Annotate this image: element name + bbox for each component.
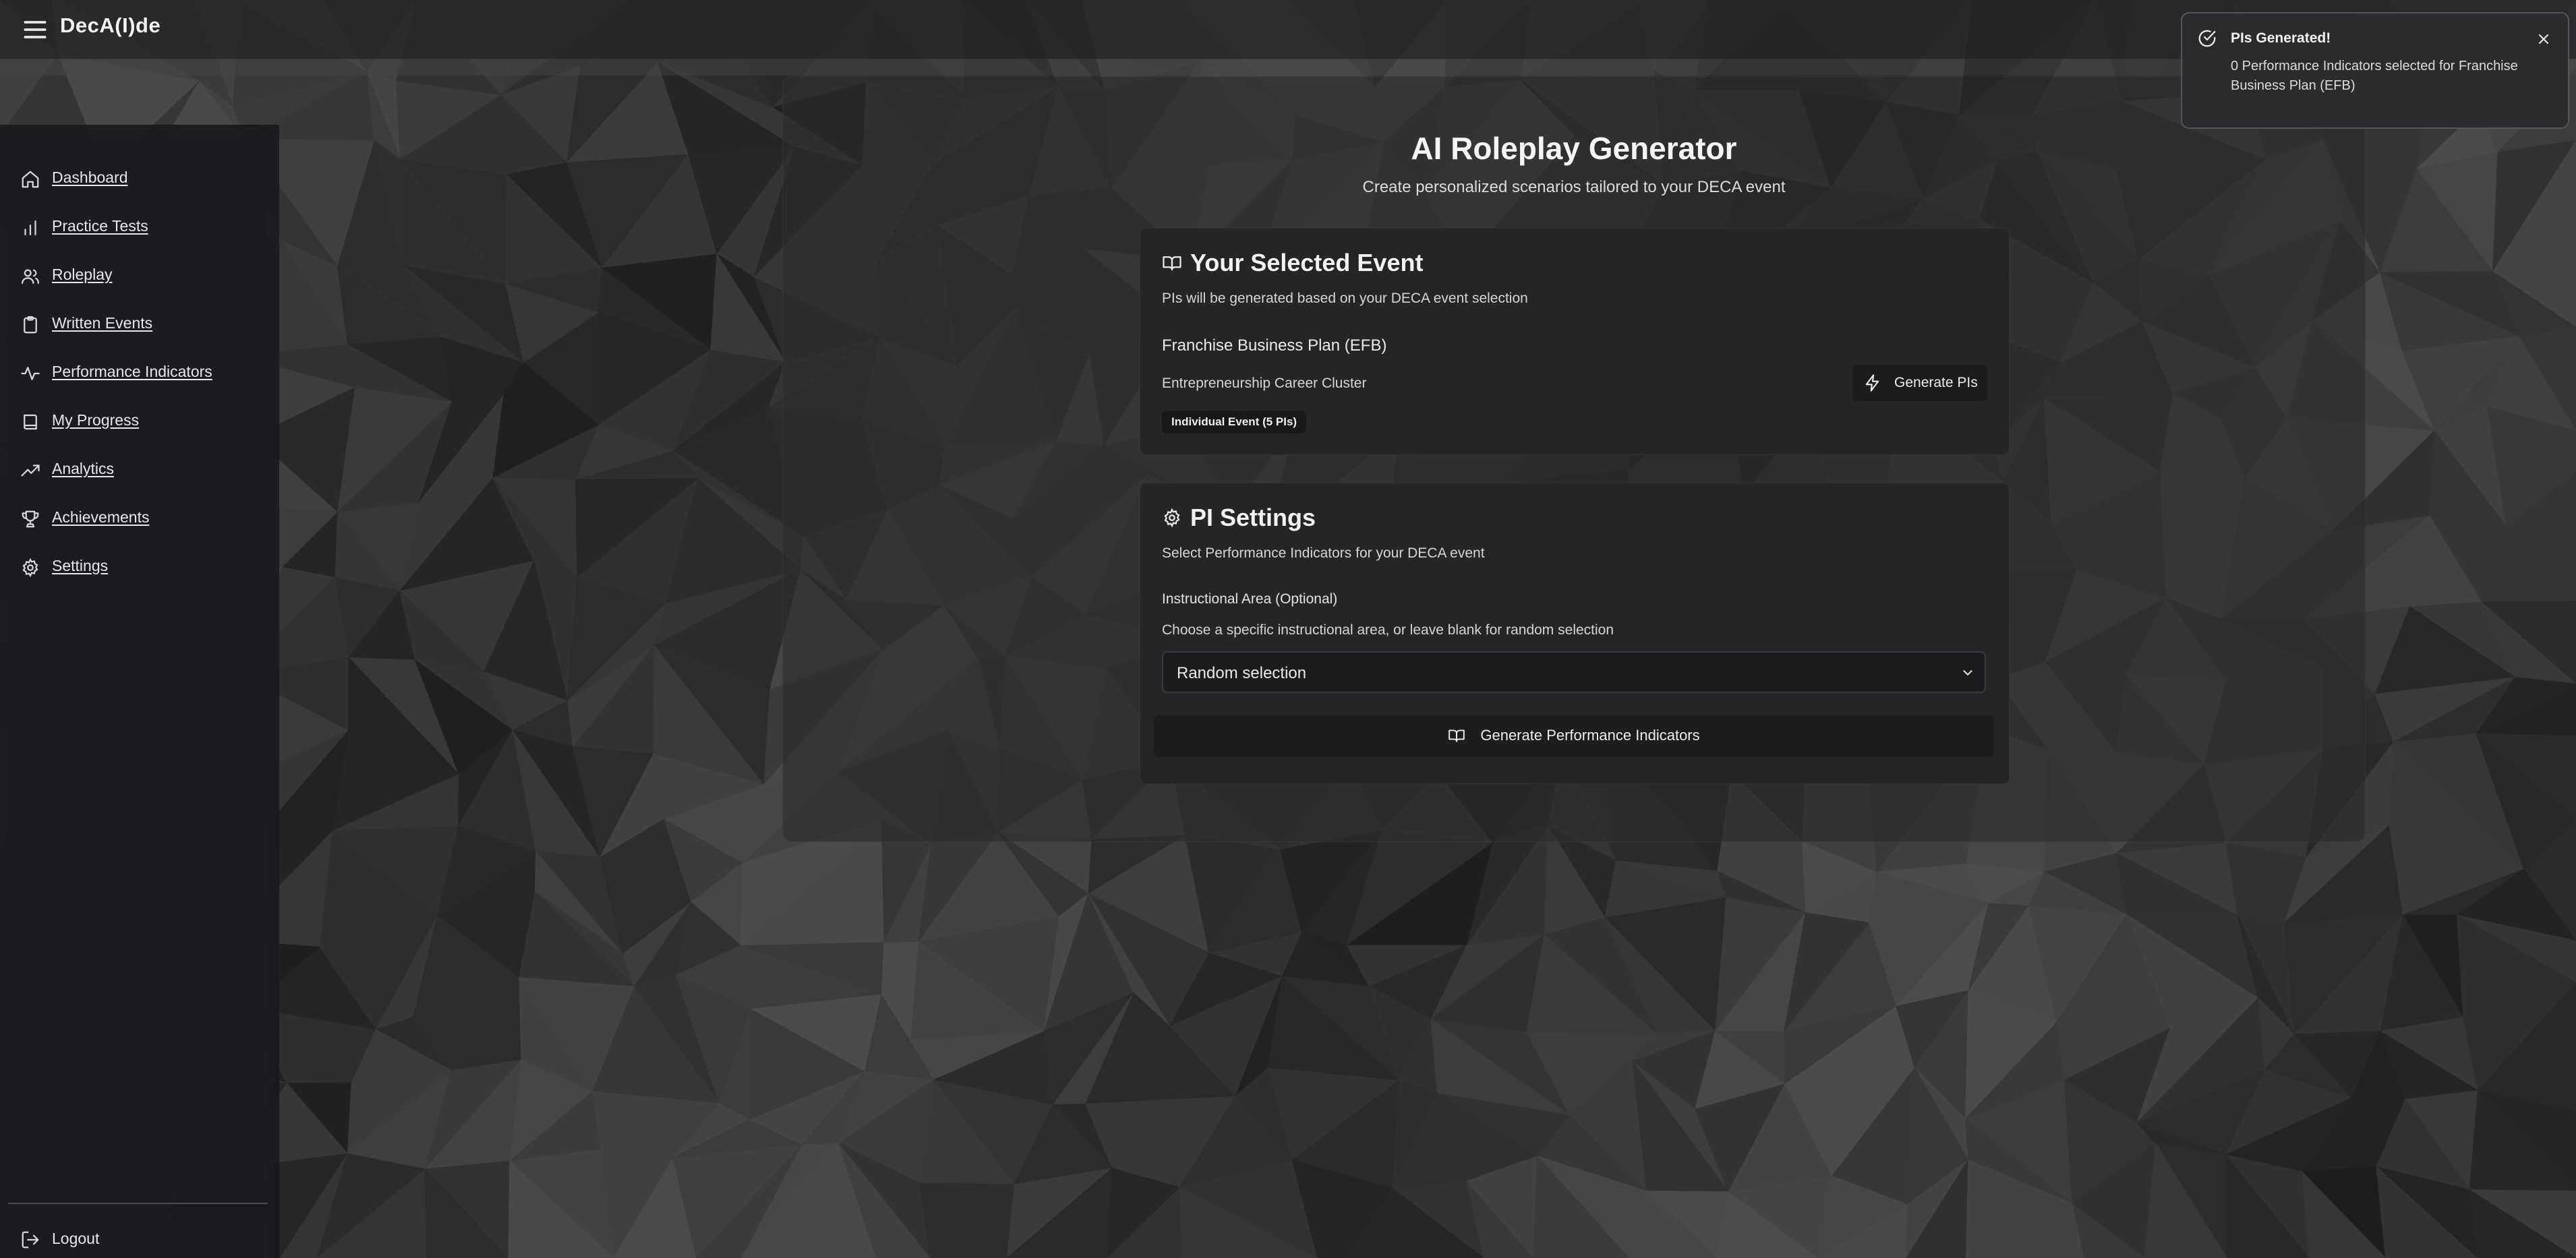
sidebar-divider: [8, 1203, 268, 1204]
selected-event-heading: Your Selected Event: [1162, 249, 1423, 277]
selected-event-card: Your Selected Event PIs will be generate…: [1140, 228, 2010, 455]
instructional-area-select[interactable]: Random selection: [1162, 651, 1986, 693]
logout-label: Logout: [52, 1230, 100, 1247]
pi-settings-card: PI Settings Select Performance Indicator…: [1140, 483, 2010, 784]
select-value: Random selection: [1177, 664, 1307, 682]
sidebar-item-roleplay[interactable]: Roleplay: [8, 251, 268, 300]
card-description: Select Performance Indicators for your D…: [1162, 545, 1485, 561]
card-description: PIs will be generated based on your DECA…: [1162, 291, 1528, 306]
sidebar-nav: Dashboard Practice Tests Roleplay Writte…: [8, 141, 268, 1186]
sidebar-item-label: Roleplay: [52, 266, 113, 283]
sidebar-item-practice-tests[interactable]: Practice Tests: [8, 203, 268, 251]
sidebar-item-dashboard[interactable]: Dashboard: [8, 154, 268, 203]
sidebar-item-label: Analytics: [52, 460, 115, 477]
sidebar-item-label: Performance Indicators: [52, 363, 212, 380]
instructional-area-hint: Choose a specific instructional area, or…: [1162, 622, 1614, 638]
card-title: Your Selected Event: [1190, 249, 1424, 276]
sidebar-item-label: Practice Tests: [52, 217, 148, 235]
sidebar-item-written-events[interactable]: Written Events: [8, 300, 268, 349]
generate-performance-indicators-label: Generate Performance Indicators: [1480, 727, 1700, 744]
generate-pis-label: Generate PIs: [1894, 375, 1978, 390]
hamburger-icon: [24, 21, 47, 38]
close-icon[interactable]: [2536, 31, 2552, 47]
trophy-icon: [20, 509, 40, 529]
app-logo[interactable]: DecA(I)de: [60, 13, 160, 38]
book-icon: [20, 412, 40, 432]
sidebar-item-performance-indicators[interactable]: Performance Indicators: [8, 349, 268, 397]
sidebar-item-label: Written Events: [52, 314, 153, 332]
toast-message: 0 Performance Indicators selected for Fr…: [2231, 59, 2518, 93]
app-window: DecA(I)de Dashboard Practice Tests Rolep…: [0, 0, 2576, 1258]
open-book-icon: [1162, 253, 1182, 273]
clipboard-icon: [20, 315, 40, 335]
sidebar: Dashboard Practice Tests Roleplay Writte…: [0, 125, 279, 1258]
gear-icon: [20, 558, 40, 578]
gear-icon: [1162, 508, 1182, 528]
page-subtitle: Create personalized scenarios tailored t…: [1362, 178, 1786, 196]
event-name: Franchise Business Plan (EFB): [1162, 336, 1387, 355]
sidebar-item-label: Dashboard: [52, 169, 128, 186]
logout-button[interactable]: Logout: [8, 1220, 268, 1258]
instructional-area-label: Instructional Area (Optional): [1162, 591, 1338, 607]
sidebar-item-label: My Progress: [52, 411, 140, 429]
chevron-down-icon: [1960, 665, 1975, 680]
event-cluster: Entrepreneurship Career Cluster: [1162, 376, 1367, 391]
menu-toggle-button[interactable]: [20, 15, 50, 44]
event-type-badge: Individual Event (5 PIs): [1162, 411, 1307, 433]
sidebar-item-settings[interactable]: Settings: [8, 543, 268, 591]
users-icon: [20, 266, 40, 287]
card-title: PI Settings: [1190, 504, 1316, 531]
lightning-icon: [1863, 373, 1882, 392]
trending-up-icon: [20, 460, 40, 481]
sidebar-item-achievements[interactable]: Achievements: [8, 494, 268, 543]
button-content: Generate Performance Indicators: [1154, 727, 1994, 744]
activity-icon: [20, 363, 40, 384]
home-icon: [20, 169, 40, 189]
logout-icon: [20, 1230, 40, 1250]
generate-performance-indicators-button[interactable]: Generate Performance Indicators: [1154, 715, 1994, 757]
check-circle-icon: [2197, 28, 2217, 49]
open-book-icon: [1448, 727, 1465, 744]
sidebar-item-label: Achievements: [52, 508, 150, 526]
pi-settings-heading: PI Settings: [1162, 504, 1316, 532]
bar-chart-icon: [20, 218, 40, 238]
sidebar-item-analytics[interactable]: Analytics: [8, 446, 268, 494]
toast-notification: PIs Generated! 0 Performance Indicators …: [2181, 12, 2569, 129]
sidebar-item-label: Settings: [52, 557, 109, 574]
sidebar-item-my-progress[interactable]: My Progress: [8, 397, 268, 446]
generate-pis-button[interactable]: Generate PIs: [1852, 365, 1987, 401]
toast-title: PIs Generated!: [2231, 30, 2331, 46]
page-title: AI Roleplay Generator: [1411, 131, 1737, 166]
